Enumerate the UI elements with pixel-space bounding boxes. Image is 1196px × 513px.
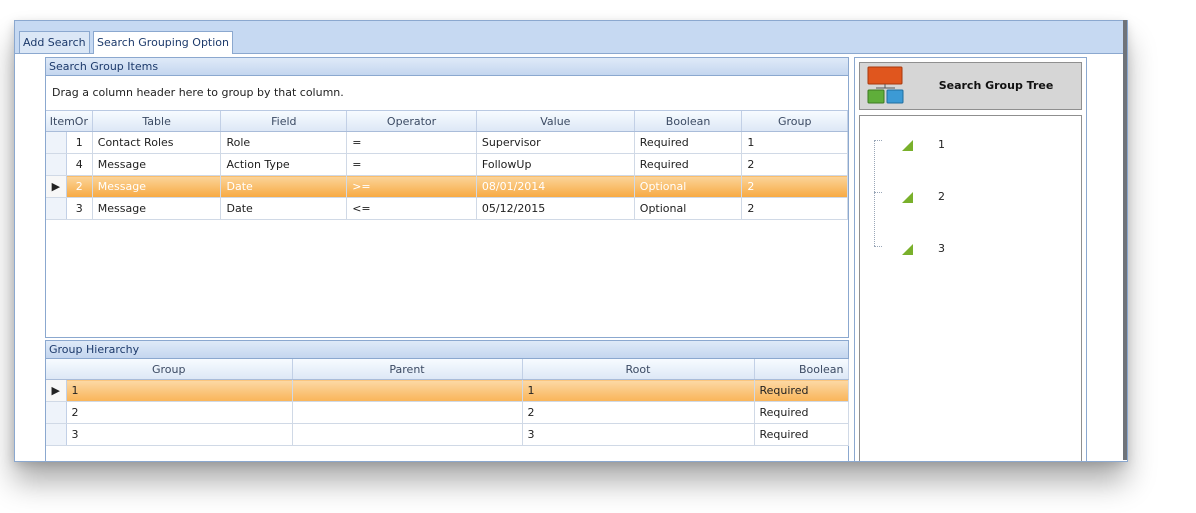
group-cell[interactable]: 2	[741, 197, 848, 220]
tab-add-search[interactable]: Add Search	[19, 31, 90, 53]
table-cell[interactable]: Message	[92, 175, 222, 198]
tree-connector	[874, 140, 882, 141]
item-order-cell[interactable]: 3	[66, 197, 93, 220]
boolean-cell[interactable]: Optional	[634, 175, 743, 198]
operator-cell[interactable]: =	[346, 153, 477, 176]
column-header-operator[interactable]: Operator	[346, 111, 477, 132]
table-row[interactable]: 3 3 Required	[46, 423, 849, 446]
tab-content: Search Group Items Drag a column header …	[15, 54, 1127, 461]
column-header-boolean[interactable]: Boolean	[634, 111, 743, 132]
column-header-boolean[interactable]: Boolean	[754, 359, 849, 380]
operator-cell[interactable]: >=	[346, 175, 477, 198]
group-cell[interactable]: 3	[66, 423, 293, 446]
operator-cell[interactable]: <=	[346, 197, 477, 220]
value-cell[interactable]: Supervisor	[476, 131, 635, 154]
row-indicator[interactable]	[46, 423, 67, 446]
search-group-items-title: Search Group Items	[46, 58, 848, 76]
tree-node-label[interactable]: 2	[938, 190, 945, 203]
column-header-table[interactable]: Table	[92, 111, 222, 132]
table-cell[interactable]: Message	[92, 153, 222, 176]
grid-header-row: Group Parent Root Boolean	[46, 359, 849, 380]
group-cell[interactable]: 1	[66, 379, 293, 402]
boolean-cell[interactable]: Optional	[634, 197, 743, 220]
tab-bar: Add Search Search Grouping Option	[15, 31, 1127, 54]
field-cell[interactable]: Role	[220, 131, 348, 154]
table-row[interactable]: 4 Message Action Type = FollowUp Require…	[46, 153, 848, 176]
current-row-arrow-icon: ▶	[46, 175, 67, 198]
value-cell[interactable]: 08/01/2014	[476, 175, 635, 198]
tree-view: 1 2 3	[859, 115, 1082, 461]
item-order-cell[interactable]: 4	[66, 153, 93, 176]
table-cell[interactable]: Contact Roles	[92, 131, 222, 154]
group-cell[interactable]: 2	[741, 175, 848, 198]
parent-cell[interactable]	[292, 401, 523, 424]
row-indicator[interactable]	[46, 153, 67, 176]
group-cell[interactable]: 2	[741, 153, 848, 176]
item-order-cell[interactable]: 1	[66, 131, 93, 154]
parent-cell[interactable]	[292, 423, 523, 446]
boolean-cell[interactable]: Required	[754, 423, 849, 446]
group-hierarchy-panel: Group Hierarchy Group Parent Root Boolea…	[45, 340, 849, 461]
root-cell[interactable]: 3	[522, 423, 755, 446]
operator-cell[interactable]: =	[346, 131, 477, 154]
search-group-items-grid: ItemOr Table Field Operator Value Boolea…	[46, 111, 848, 220]
search-group-tree-label: Search Group Tree	[938, 79, 1054, 92]
row-indicator[interactable]	[46, 401, 67, 424]
column-header-value[interactable]: Value	[476, 111, 635, 132]
item-order-cell[interactable]: 2	[66, 175, 93, 198]
table-row[interactable]: 1 Contact Roles Role = Supervisor Requir…	[46, 131, 848, 154]
search-group-tree-panel: Search Group Tree 1 2 3	[854, 57, 1087, 461]
triangle-node-icon	[902, 192, 913, 203]
hierarchy-icon	[867, 66, 904, 104]
group-by-drop-area[interactable]: Drag a column header here to group by th…	[46, 76, 848, 111]
table-row[interactable]: 2 2 Required	[46, 401, 849, 424]
boolean-cell[interactable]: Required	[634, 153, 743, 176]
search-group-tree-button[interactable]: Search Group Tree	[859, 62, 1082, 110]
value-cell[interactable]: FollowUp	[476, 153, 635, 176]
row-indicator[interactable]	[46, 197, 67, 220]
tree-connector	[874, 192, 882, 193]
tree-node-label[interactable]: 1	[938, 138, 945, 151]
tree-connector	[874, 140, 875, 246]
table-row[interactable]: 3 Message Date <= 05/12/2015 Optional 2	[46, 197, 848, 220]
value-cell[interactable]: 05/12/2015	[476, 197, 635, 220]
window-edge	[1123, 20, 1127, 460]
column-header-group[interactable]: Group	[46, 359, 293, 380]
boolean-cell[interactable]: Required	[634, 131, 743, 154]
group-hierarchy-title: Group Hierarchy	[46, 341, 848, 359]
search-window: Add Search Search Grouping Option Search…	[14, 20, 1128, 462]
column-header-group[interactable]: Group	[741, 111, 848, 132]
current-row-arrow-icon: ▶	[46, 379, 67, 402]
search-group-items-panel: Search Group Items Drag a column header …	[45, 57, 849, 338]
row-indicator[interactable]	[46, 131, 67, 154]
parent-cell[interactable]	[292, 379, 523, 402]
root-cell[interactable]: 2	[522, 401, 755, 424]
group-cell[interactable]: 1	[741, 131, 848, 154]
tree-node-label[interactable]: 3	[938, 242, 945, 255]
group-hierarchy-grid: Group Parent Root Boolean ▶ 1 1 Required	[46, 359, 849, 446]
field-cell[interactable]: Date	[220, 197, 348, 220]
boolean-cell[interactable]: Required	[754, 401, 849, 424]
column-header-root[interactable]: Root	[522, 359, 755, 380]
tree-connector	[874, 246, 882, 247]
group-cell[interactable]: 2	[66, 401, 293, 424]
column-header-parent[interactable]: Parent	[292, 359, 523, 380]
field-cell[interactable]: Date	[220, 175, 348, 198]
field-cell[interactable]: Action Type	[220, 153, 348, 176]
table-row-selected[interactable]: ▶ 1 1 Required	[46, 379, 849, 402]
tab-search-grouping-option[interactable]: Search Grouping Option	[93, 31, 233, 54]
table-cell[interactable]: Message	[92, 197, 222, 220]
triangle-node-icon	[902, 140, 913, 151]
column-header-field[interactable]: Field	[220, 111, 348, 132]
grid-header-row: ItemOr Table Field Operator Value Boolea…	[46, 111, 848, 132]
column-header-itemorder[interactable]: ItemOr	[46, 111, 93, 132]
table-row-selected[interactable]: ▶ 2 Message Date >= 08/01/2014 Optional …	[46, 175, 848, 198]
root-cell[interactable]: 1	[522, 379, 755, 402]
boolean-cell[interactable]: Required	[754, 379, 849, 402]
triangle-node-icon	[902, 244, 913, 255]
